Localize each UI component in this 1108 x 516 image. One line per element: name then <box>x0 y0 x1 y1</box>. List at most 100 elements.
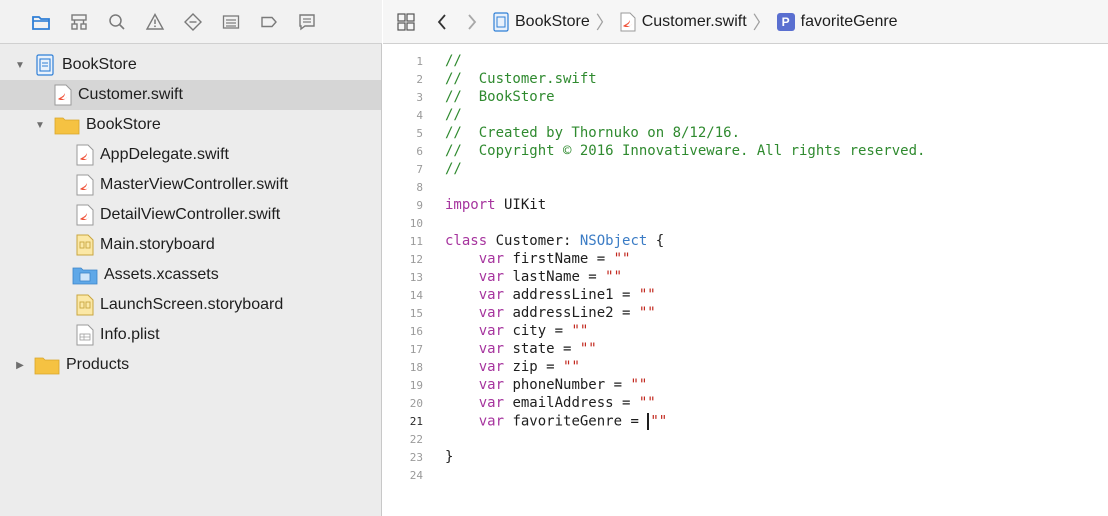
code-line[interactable]: 2 // Customer.swift <box>383 70 1108 88</box>
tree-item-file[interactable]: Assets.xcassets <box>0 260 381 290</box>
code-line[interactable]: 5 // Created by Thornuko on 8/12/16. <box>383 124 1108 142</box>
project-navigator-icon[interactable] <box>22 8 60 36</box>
xcode-project-icon <box>36 54 54 76</box>
breadcrumb-symbol[interactable]: P favoriteGenre <box>776 12 898 31</box>
code-line[interactable]: 12 var firstName = "" <box>383 250 1108 268</box>
tree-item-group-bookstore[interactable]: ▼ BookStore <box>0 110 381 140</box>
code-line[interactable]: 15 var addressLine2 = "" <box>383 304 1108 322</box>
tree-item-label: MasterViewController.swift <box>100 176 289 193</box>
code-line[interactable]: 11 class Customer: NSObject { <box>383 232 1108 250</box>
code-line[interactable]: 23} <box>383 448 1108 466</box>
plist-file-icon <box>76 324 94 346</box>
code-text: var emailAddress = "" <box>478 395 656 411</box>
code-text: // Customer.swift <box>445 71 597 87</box>
line-number: 20 <box>409 396 423 410</box>
breadcrumb-separator-icon: 〉 <box>752 12 771 33</box>
code-line[interactable]: 10 <box>383 214 1108 232</box>
code-text: class Customer: NSObject { <box>445 233 665 249</box>
tree-item-file[interactable]: LaunchScreen.storyboard <box>0 290 381 320</box>
symbol-navigator-icon[interactable] <box>60 8 98 36</box>
code-line[interactable]: 20 var emailAddress = "" <box>383 394 1108 412</box>
code-line[interactable]: 24 <box>383 466 1108 484</box>
line-number: 24 <box>409 468 423 482</box>
line-number: 4 <box>416 108 423 122</box>
tree-item-label: Main.storyboard <box>100 236 215 253</box>
tree-item-products[interactable]: ▶ Products <box>0 350 381 380</box>
tree-item-label: AppDelegate.swift <box>100 146 229 163</box>
tree-item-file[interactable]: Main.storyboard <box>0 230 381 260</box>
code-line[interactable]: 22 <box>383 430 1108 448</box>
line-number: 1 <box>416 54 423 68</box>
breadcrumb-label: BookStore <box>515 12 590 30</box>
code-line[interactable]: 17 var state = "" <box>383 340 1108 358</box>
disclosure-expanded-icon[interactable]: ▼ <box>14 59 26 71</box>
code-text: var lastName = "" <box>478 269 623 285</box>
line-number: 17 <box>409 342 423 356</box>
code-line[interactable]: 8 <box>383 178 1108 196</box>
line-number: 6 <box>416 144 423 158</box>
code-line[interactable]: 19 var phoneNumber = "" <box>383 376 1108 394</box>
code-text: } <box>445 449 454 465</box>
xcode-project-icon <box>493 11 509 32</box>
forward-icon[interactable] <box>457 8 487 36</box>
tree-item-file[interactable]: Info.plist <box>0 320 381 350</box>
code-text: var city = "" <box>478 323 589 339</box>
code-line[interactable]: 7 // <box>383 160 1108 178</box>
tree-item-file[interactable]: AppDelegate.swift <box>0 140 381 170</box>
code-line[interactable]: 21 var favoriteGenre = "" <box>383 412 1108 430</box>
code-line[interactable]: 4 // <box>383 106 1108 124</box>
storyboard-file-icon <box>76 234 94 256</box>
line-number: 8 <box>416 180 423 194</box>
breadcrumb-file[interactable]: Customer.swift <box>620 12 747 32</box>
line-number: 10 <box>409 216 423 230</box>
code-text: // <box>445 107 462 123</box>
issue-navigator-icon[interactable] <box>136 8 174 36</box>
tree-item-project[interactable]: ▼ BookStore <box>0 50 381 80</box>
breakpoint-navigator-icon[interactable] <box>250 8 288 36</box>
code-line[interactable]: 13 var lastName = "" <box>383 268 1108 286</box>
code-area[interactable]: 1 // 2 // Customer.swift 3 // BookStore 4 // 5 //… <box>383 52 1108 484</box>
breadcrumb-project[interactable]: BookStore <box>493 11 590 32</box>
line-number: 19 <box>409 378 423 392</box>
tree-item-label: BookStore <box>86 116 161 133</box>
line-number: 12 <box>409 252 423 266</box>
back-icon[interactable] <box>427 8 457 36</box>
project-navigator: ▼ BookStore Customer.swift ▼ BookStore A… <box>0 0 382 516</box>
navigator-toolbar <box>0 0 382 44</box>
code-line[interactable]: 6 // Copyright © 2016 Innovativeware. All… <box>383 142 1108 160</box>
tree-item-customer-swift[interactable]: Customer.swift <box>0 80 381 110</box>
code-line[interactable]: 14 var addressLine1 = "" <box>383 286 1108 304</box>
tree-item-label: Info.plist <box>100 326 160 343</box>
code-line[interactable]: 3 // BookStore <box>383 88 1108 106</box>
code-text: var addressLine1 = "" <box>478 287 656 303</box>
line-number: 21 <box>409 414 423 428</box>
tree-item-label: LaunchScreen.storyboard <box>100 296 284 313</box>
debug-navigator-icon[interactable] <box>212 8 250 36</box>
swift-file-icon <box>76 174 94 196</box>
code-line[interactable]: 1 // <box>383 52 1108 70</box>
tree-item-file[interactable]: DetailViewController.swift <box>0 200 381 230</box>
code-text: // BookStore <box>445 89 555 105</box>
breadcrumb-label: Customer.swift <box>641 12 747 30</box>
source-editor: BookStore 〉 Customer.swift 〉 P favoriteG… <box>383 0 1108 516</box>
find-navigator-icon[interactable] <box>98 8 136 36</box>
code-line[interactable]: 16 var city = "" <box>383 322 1108 340</box>
line-number: 13 <box>409 270 423 284</box>
tree-item-label: DetailViewController.swift <box>100 206 281 223</box>
line-number: 11 <box>409 234 423 248</box>
breadcrumb-separator-icon: 〉 <box>595 12 614 33</box>
code-text: var phoneNumber = "" <box>478 377 648 393</box>
code-line[interactable]: 18 var zip = "" <box>383 358 1108 376</box>
swift-file-icon <box>76 204 94 226</box>
related-items-icon[interactable] <box>393 8 419 36</box>
disclosure-collapsed-icon[interactable]: ▶ <box>14 359 26 371</box>
test-navigator-icon[interactable] <box>174 8 212 36</box>
disclosure-expanded-icon[interactable]: ▼ <box>34 119 46 131</box>
code-line[interactable]: 9 import UIKit <box>383 196 1108 214</box>
code-text: // Copyright © 2016 Innovativeware. All … <box>445 143 926 159</box>
tree-item-file[interactable]: MasterViewController.swift <box>0 170 381 200</box>
report-navigator-icon[interactable] <box>288 8 326 36</box>
line-number: 2 <box>416 72 423 86</box>
storyboard-file-icon <box>76 294 94 316</box>
folder-icon <box>54 117 80 135</box>
